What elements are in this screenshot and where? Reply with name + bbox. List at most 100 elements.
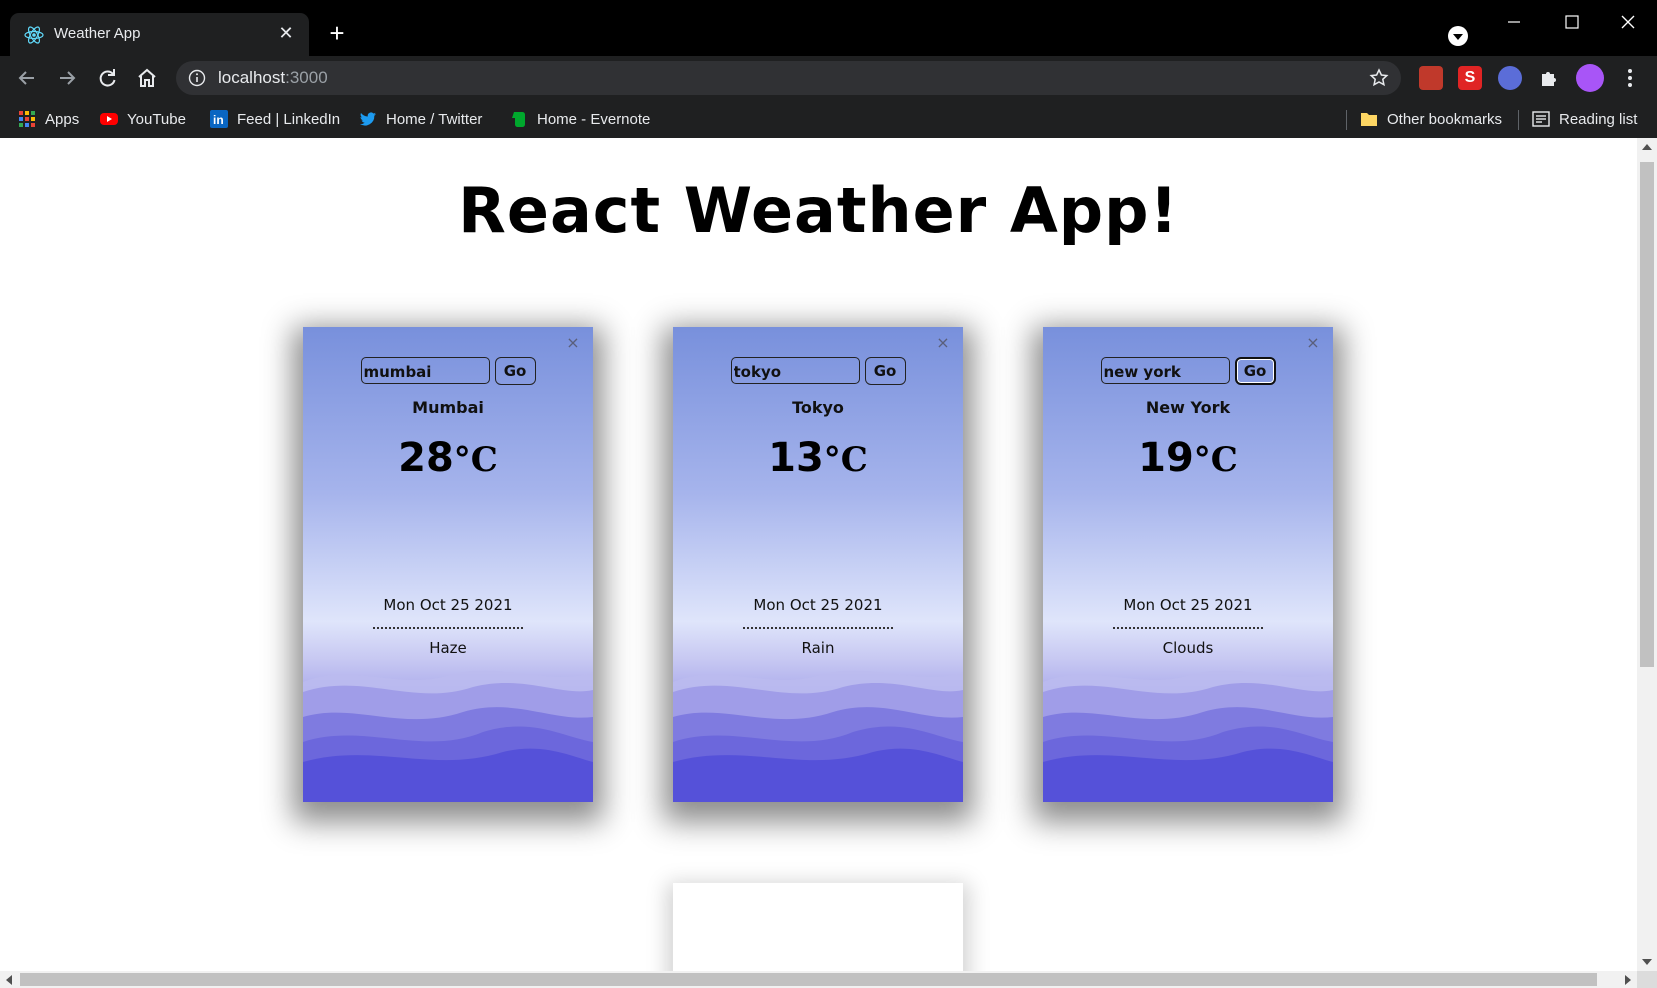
url-text[interactable]: localhost:3000 [218, 68, 328, 88]
more-menu-icon[interactable] [1620, 66, 1640, 90]
city-search-row: Go [303, 357, 593, 385]
close-card-icon[interactable]: × [1305, 335, 1321, 351]
vertical-scrollbar[interactable] [1637, 138, 1657, 971]
scrollbar-corner [1637, 971, 1657, 988]
date-text: Mon Oct 25 2021 [1123, 596, 1253, 614]
extension-1-icon[interactable] [1419, 66, 1443, 90]
weather-condition: Haze [429, 639, 467, 657]
close-card-icon[interactable]: × [935, 335, 951, 351]
temperature: 13°C [673, 435, 963, 481]
browser-titlebar: Weather App ✕ + [0, 0, 1657, 56]
page-viewport: React Weather App! × Go Mumbai 28°C Mon … [0, 138, 1637, 971]
weather-condition: Clouds [1162, 639, 1214, 657]
extension-3-icon[interactable] [1498, 66, 1522, 90]
city-input[interactable] [360, 357, 490, 384]
temperature-unit: °C [823, 440, 868, 480]
new-tab-button[interactable]: + [325, 20, 349, 46]
linkedin-icon: in [210, 110, 228, 128]
weather-card: × Go New York 19°C Mon Oct 25 2021 Cloud… [1043, 327, 1333, 802]
date-text: Mon Oct 25 2021 [753, 596, 883, 614]
puzzle-extensions-icon[interactable] [1538, 66, 1562, 90]
scroll-left-arrow-icon[interactable] [6, 975, 12, 985]
waves-decoration [1043, 670, 1333, 802]
bookmarks-divider [1346, 110, 1347, 130]
forward-arrow-icon[interactable] [55, 66, 79, 90]
browser-tab[interactable]: Weather App ✕ [10, 13, 309, 56]
add-card-placeholder[interactable] [673, 883, 963, 971]
bookmark-label: YouTube [127, 110, 186, 128]
waves-decoration [673, 670, 963, 802]
back-arrow-icon[interactable] [15, 66, 39, 90]
twitter-icon [360, 112, 376, 126]
weather-condition: Rain [801, 639, 835, 657]
url-host: localhost [218, 68, 286, 87]
vertical-scroll-thumb[interactable] [1640, 162, 1654, 667]
temperature-value: 28 [398, 435, 454, 481]
browser-toolbar: localhost:3000 S [0, 56, 1657, 100]
reading-list[interactable]: Reading list [1532, 109, 1637, 129]
city-search-row: Go [1043, 357, 1333, 385]
go-button[interactable]: Go [494, 357, 536, 385]
scroll-up-arrow-icon[interactable] [1642, 144, 1652, 150]
horizontal-scrollbar[interactable] [0, 971, 1637, 988]
youtube-icon [100, 113, 118, 125]
temperature: 28°C [303, 435, 593, 481]
bookmark-label: Home - Evernote [537, 110, 651, 128]
bookmarks-bar: Apps YouTube in Feed | LinkedIn Home / T… [0, 100, 1657, 138]
extension-s-icon[interactable]: S [1458, 66, 1482, 90]
dotted-divider [1113, 627, 1263, 629]
temperature-unit: °C [1193, 440, 1238, 480]
temperature-unit: °C [453, 440, 498, 480]
tab-close-icon[interactable]: ✕ [275, 23, 297, 45]
go-button[interactable]: Go [864, 357, 906, 385]
bookmark-apps[interactable]: Apps [18, 109, 79, 129]
temperature: 19°C [1043, 435, 1333, 481]
site-info-icon[interactable] [188, 69, 206, 87]
scroll-right-arrow-icon[interactable] [1625, 975, 1631, 985]
bookmark-evernote[interactable]: Home - Evernote [510, 109, 650, 129]
bookmark-star-icon[interactable] [1369, 68, 1389, 88]
go-button[interactable]: Go [1234, 357, 1276, 385]
svg-text:in: in [213, 113, 224, 127]
dotted-divider [743, 627, 893, 629]
tab-title: Weather App [54, 25, 141, 42]
other-bookmarks-label: Other bookmarks [1387, 110, 1503, 128]
page-title: React Weather App! [458, 174, 1179, 247]
home-icon[interactable] [135, 66, 159, 90]
city-input[interactable] [730, 357, 860, 384]
bookmark-label: Home / Twitter [386, 110, 483, 128]
reload-icon[interactable] [95, 66, 119, 90]
reading-list-label: Reading list [1559, 110, 1638, 128]
react-atom-icon [24, 26, 44, 44]
bookmark-twitter[interactable]: Home / Twitter [359, 109, 482, 129]
dotted-divider [373, 627, 523, 629]
city-input[interactable] [1100, 357, 1230, 384]
city-name: Tokyo [792, 398, 844, 417]
tab-search-icon[interactable] [1448, 26, 1468, 46]
scroll-down-arrow-icon[interactable] [1642, 959, 1652, 965]
bookmark-label: Feed | LinkedIn [237, 110, 341, 128]
bookmark-youtube[interactable]: YouTube [100, 109, 186, 129]
window-maximize-button[interactable] [1550, 10, 1594, 34]
temperature-value: 13 [768, 435, 824, 481]
apps-grid-icon [19, 111, 35, 127]
weather-card: × Go Tokyo 13°C Mon Oct 25 2021 Rain [673, 327, 963, 802]
window-close-button[interactable] [1606, 10, 1650, 34]
url-port: :3000 [285, 68, 328, 87]
close-card-icon[interactable]: × [565, 335, 581, 351]
reading-list-icon [1532, 111, 1550, 127]
horizontal-scroll-thumb[interactable] [20, 973, 1597, 986]
date-text: Mon Oct 25 2021 [383, 596, 513, 614]
city-name: New York [1145, 398, 1231, 417]
bookmark-linkedin[interactable]: in Feed | LinkedIn [210, 109, 340, 129]
window-minimize-button[interactable] [1492, 10, 1536, 34]
evernote-icon [512, 112, 525, 127]
profile-avatar[interactable] [1576, 64, 1604, 92]
bookmarks-divider [1518, 110, 1519, 130]
weather-card: × Go Mumbai 28°C Mon Oct 25 2021 Haze [303, 327, 593, 802]
temperature-value: 19 [1138, 435, 1194, 481]
waves-decoration [303, 670, 593, 802]
address-bar[interactable]: localhost:3000 [176, 61, 1401, 95]
other-bookmarks[interactable]: Other bookmarks [1360, 109, 1502, 129]
city-search-row: Go [673, 357, 963, 385]
